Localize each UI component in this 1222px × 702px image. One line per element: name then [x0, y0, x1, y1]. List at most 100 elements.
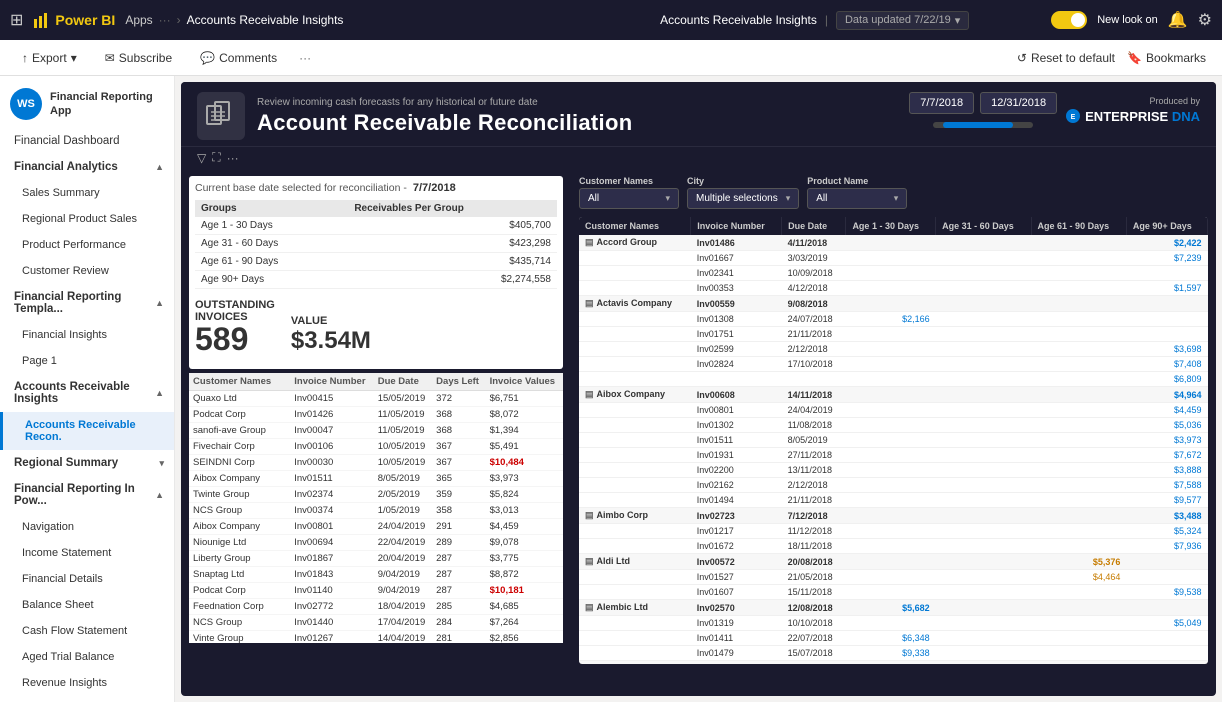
sidebar-item-financial-details[interactable]: Financial Details [0, 566, 174, 592]
rt-a1: $9,338 [846, 646, 936, 661]
comments-button[interactable]: 💬 Comments [194, 47, 283, 69]
rt-a2 [936, 342, 1031, 357]
sidebar-item-cash-flow[interactable]: Cash Flow Statement [0, 618, 174, 644]
sidebar-item-income-statement[interactable]: Income Statement [0, 540, 174, 566]
more-options[interactable]: ··· [299, 51, 311, 65]
rt-a3 [1031, 372, 1126, 387]
filter-city-select[interactable]: Multiple selections ▾ [687, 188, 799, 209]
rt-due-header: Due Date [782, 217, 846, 235]
subscribe-button[interactable]: ✉ Subscribe [99, 47, 178, 69]
dt-invoice: Inv01511 [290, 471, 373, 487]
rt-a4 [1126, 296, 1207, 312]
right-table-row: Inv01217 11/12/2018 $5,324 [579, 524, 1208, 539]
rt-invoice: Inv00801 [691, 403, 782, 418]
sidebar-item-fr-in-pow[interactable]: Financial Reporting In Pow... ▲ [0, 476, 174, 514]
groups-row: Age 1 - 30 Days$405,700 [195, 217, 557, 235]
right-table-row: Inv01527 21/05/2018 $4,464 [579, 570, 1208, 585]
expand-icon[interactable]: ▤ [585, 602, 594, 612]
sidebar-item-revenue-insights[interactable]: Revenue Insights [0, 670, 174, 696]
rt-a1 [846, 463, 936, 478]
dt-days: 289 [432, 535, 485, 551]
detail-row: Feednation Corp Inv02772 18/04/2019 285 … [189, 599, 563, 615]
sidebar-item-financial-insights[interactable]: Financial Insights [0, 322, 174, 348]
rt-a3 [1031, 463, 1126, 478]
rt-a1 [846, 616, 936, 631]
rt-invoice [691, 372, 782, 387]
dt-customer: Aibox Company [189, 471, 290, 487]
export-button[interactable]: ↑ Export ▾ [16, 47, 83, 69]
reconciliation-header: Current base date selected for reconcili… [195, 182, 557, 194]
dt-value: $10,181 [486, 583, 563, 599]
expand-icon[interactable]: ▤ [585, 510, 594, 520]
sidebar-item-ar-recon[interactable]: Accounts Receivable Recon. [0, 412, 174, 450]
sidebar-item-regional-product-sales[interactable]: Regional Product Sales [0, 206, 174, 232]
sidebar-item-aged-trial[interactable]: Aged Trial Balance [0, 644, 174, 670]
bookmarks-button[interactable]: 🔖 Bookmarks [1127, 51, 1206, 65]
notification-icon[interactable]: 🔔 [1168, 10, 1188, 30]
sidebar-label-page1: Page 1 [22, 355, 57, 367]
sidebar-item-regional-summary[interactable]: Regional Summary ▾ [0, 450, 174, 476]
rt-a4: $9,538 [1126, 585, 1207, 600]
focus-icon[interactable]: ⛶ [212, 150, 220, 165]
dt-days: 358 [432, 503, 485, 519]
filter-customer-select[interactable]: All ▾ [579, 188, 679, 209]
expand-icon[interactable]: ▤ [585, 389, 594, 399]
dt-value: $8,872 [486, 567, 563, 583]
sidebar-item-financial-dashboard[interactable]: Financial Dashboard [0, 128, 174, 154]
dt-days: 284 [432, 615, 485, 631]
detail-row: sanofi-ave Group Inv00047 11/05/2019 368… [189, 423, 563, 439]
dt-days: 367 [432, 455, 485, 471]
sidebar-item-sales-summary[interactable]: Sales Summary [0, 180, 174, 206]
rt-a1 [846, 661, 936, 665]
right-table-row: Inv01308 24/07/2018 $2,166 [579, 312, 1208, 327]
current-breadcrumb[interactable]: Accounts Receivable Insights [187, 13, 344, 27]
sidebar-item-financial-reporting-template[interactable]: Financial Reporting Templa... ▲ [0, 284, 174, 322]
sidebar-item-financial-analytics[interactable]: Financial Analytics ▲ [0, 154, 174, 180]
rt-a1 [846, 493, 936, 508]
rt-a2 [936, 312, 1031, 327]
data-updated-badge[interactable]: Data updated 7/22/19 ▾ [836, 11, 969, 30]
dt-invoice: Inv00694 [290, 535, 373, 551]
detail-table-container[interactable]: Customer Names Invoice Number Due Date D… [189, 373, 563, 643]
content: Review incoming cash forecasts for any h… [175, 76, 1222, 702]
rt-a2 [936, 463, 1031, 478]
report-body: Current base date selected for reconcili… [181, 168, 1216, 672]
group-value: $2,274,558 [348, 271, 557, 289]
grid-icon[interactable]: ⊞ [10, 10, 23, 30]
new-look-toggle[interactable] [1051, 11, 1087, 29]
invoices-value-block: VALUE $3.54M [291, 315, 371, 355]
rt-a4: $4,459 [1126, 403, 1207, 418]
reset-button[interactable]: ↺ Reset to default [1017, 51, 1115, 65]
expand-icon[interactable]: ▤ [585, 237, 594, 247]
sidebar-item-page1[interactable]: Page 1 [0, 348, 174, 374]
dt-days: 365 [432, 471, 485, 487]
sidebar-item-balance-sheet[interactable]: Balance Sheet [0, 592, 174, 618]
invoices-count: 589 [195, 323, 275, 355]
rt-a2 [936, 281, 1031, 296]
rt-a4: $9,577 [1126, 493, 1207, 508]
dt-due: 1/05/2019 [374, 503, 432, 519]
apps-breadcrumb[interactable]: Apps [125, 13, 152, 27]
date-badge-1[interactable]: 7/7/2018 [909, 92, 974, 114]
filter-product-select[interactable]: All ▾ [807, 188, 907, 209]
rt-a1 [846, 296, 936, 312]
sidebar-item-product-performance[interactable]: Product Performance [0, 232, 174, 258]
filter-icon[interactable]: ▽ [197, 151, 206, 165]
powerbi-logo: Power BI [33, 11, 115, 29]
expand-icon[interactable]: ▤ [585, 663, 594, 664]
right-table-container[interactable]: Customer Names Invoice Number Due Date A… [579, 217, 1208, 664]
rt-a2 [936, 448, 1031, 463]
sidebar-item-navigation[interactable]: Navigation [0, 514, 174, 540]
rt-a4-header: Age 90+ Days [1126, 217, 1207, 235]
right-table-row: ▤Actavis Company Inv00559 9/08/2018 [579, 296, 1208, 312]
sidebar-label-ar-recon: Accounts Receivable Recon. [25, 419, 164, 443]
sidebar-item-ar-insights[interactable]: Accounts Receivable Insights ▲ [0, 374, 174, 412]
more-icon[interactable]: ··· [227, 151, 239, 165]
expand-icon[interactable]: ▤ [585, 298, 594, 308]
date-badge-2[interactable]: 12/31/2018 [980, 92, 1057, 114]
settings-icon[interactable]: ⚙ [1198, 10, 1212, 30]
rt-due: 9/08/2018 [782, 296, 846, 312]
expand-icon[interactable]: ▤ [585, 556, 594, 566]
sidebar-item-customer-review[interactable]: Customer Review [0, 258, 174, 284]
rt-a3 [1031, 342, 1126, 357]
